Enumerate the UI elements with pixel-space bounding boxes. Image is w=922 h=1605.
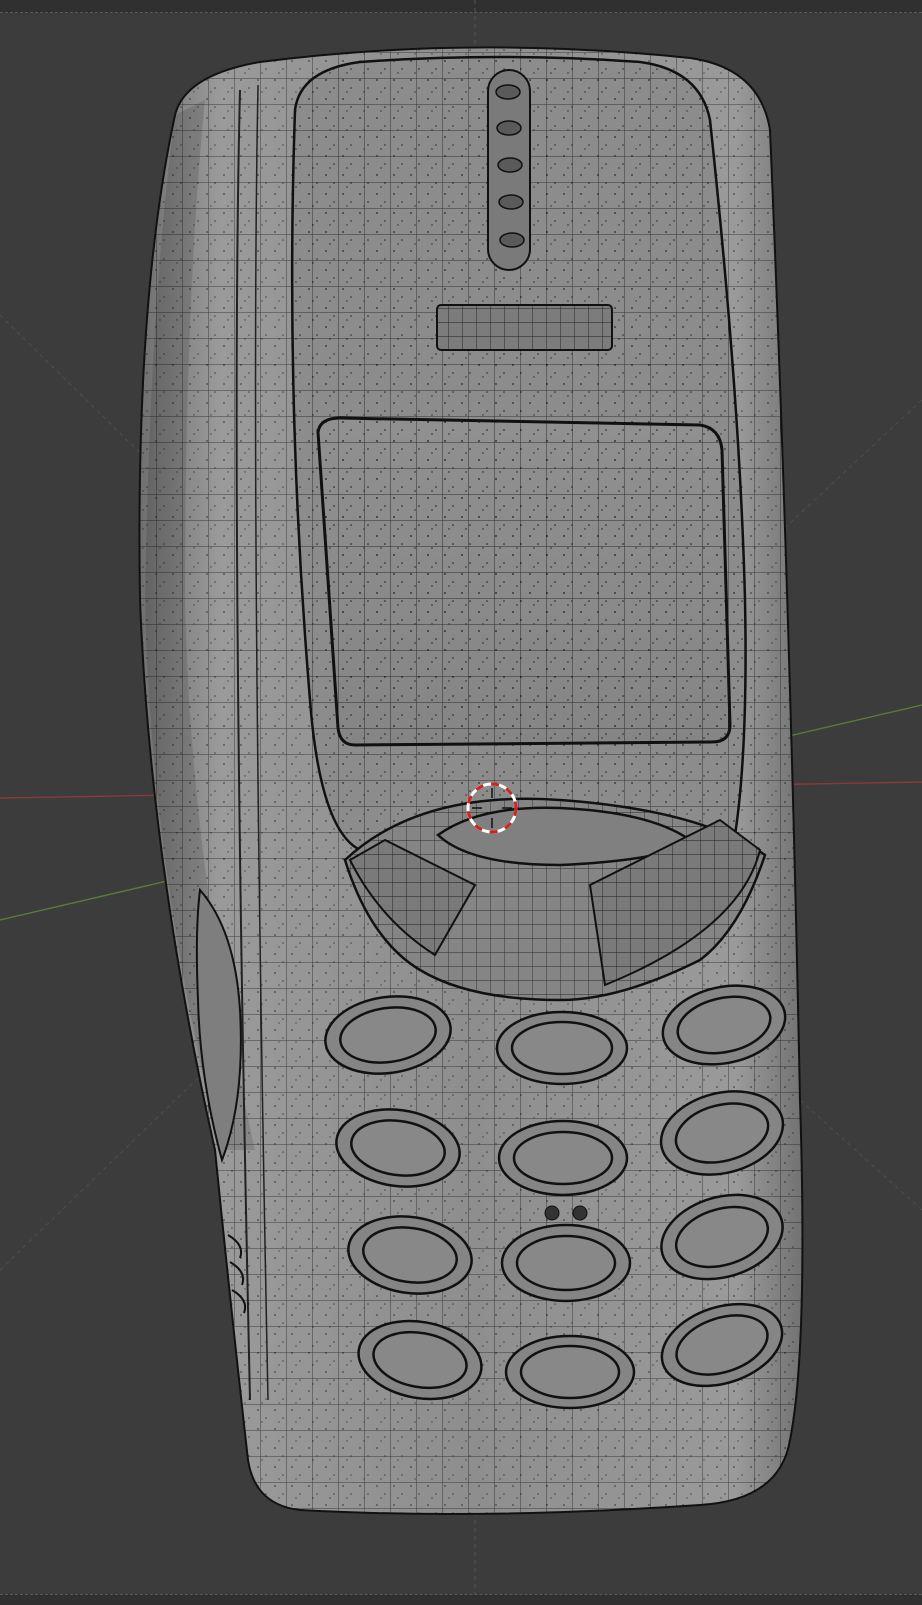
key-0[interactable] bbox=[504, 1334, 636, 1410]
key-8[interactable] bbox=[500, 1223, 632, 1303]
viewport-canvas[interactable] bbox=[0, 0, 922, 1605]
viewport-footer-edge bbox=[0, 1594, 922, 1605]
key-2[interactable] bbox=[495, 1010, 629, 1086]
3d-viewport[interactable] bbox=[0, 0, 922, 1605]
phone-model[interactable] bbox=[0, 0, 922, 1605]
key-5[interactable] bbox=[497, 1119, 629, 1197]
